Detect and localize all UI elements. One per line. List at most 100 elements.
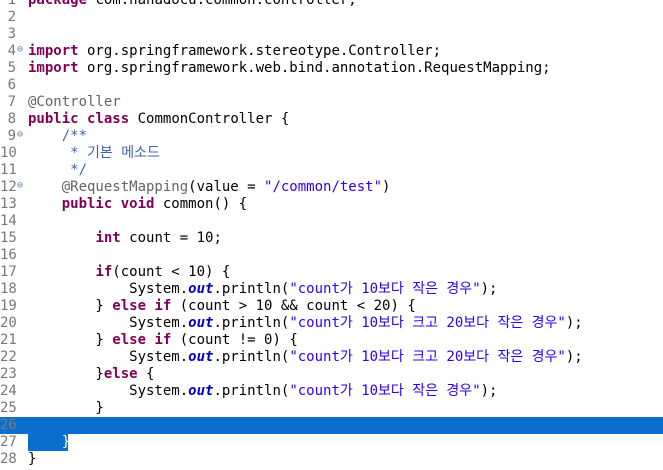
line-number: 22 (0, 349, 17, 365)
token-plain: (value = (188, 179, 265, 195)
code-line[interactable]: 1 package com.hanadocu.common.controller; (0, 0, 663, 9)
line-number: 14 (0, 213, 17, 229)
token-kw: else (112, 332, 147, 348)
code-line[interactable]: 27 } (0, 434, 663, 451)
token-plain: count = 10; (120, 230, 222, 246)
token-kw: if (154, 332, 172, 348)
token-plain: ); (480, 281, 498, 297)
line-number: 26 (0, 417, 17, 433)
token-kw: import (28, 43, 79, 59)
line-number: 10 (0, 145, 17, 161)
token-plain: com.hanadocu.common.controller; (87, 0, 357, 8)
code-text: @Controller (28, 94, 121, 111)
code-line[interactable]: 22 System.out.println("count가 10보다 크고 20… (0, 349, 663, 366)
code-text: System.out.println("count가 10보다 작은 경우"); (28, 281, 497, 298)
line-number: 7 (7, 94, 16, 110)
token-plain: System. (28, 383, 189, 399)
token-kw: void (120, 196, 155, 212)
token-kw: int (95, 230, 121, 246)
code-text: public void common() { (28, 196, 247, 213)
code-line[interactable]: 20 System.out.println("count가 10보다 크고 20… (0, 315, 663, 332)
code-line[interactable]: 2 (0, 9, 663, 26)
line-number: 18 (0, 281, 17, 297)
code-text: @RequestMapping(value = "/common/test") (28, 179, 391, 196)
code-line[interactable]: 11 */ (0, 162, 663, 179)
code-editor[interactable]: 1 package com.hanadocu.common.controller;… (0, 0, 663, 470)
line-number: 28 (0, 451, 17, 467)
token-fld: out (188, 281, 214, 297)
code-line[interactable]: 16 (0, 247, 663, 264)
token-plain: } (28, 332, 113, 348)
token-plain: System. (28, 281, 189, 297)
line-number: 19 (0, 298, 17, 314)
token-doc: /** (61, 128, 88, 144)
token-plain: org.springframework.stereotype.Controlle… (78, 43, 442, 59)
fold-collapse-icon[interactable]: ⊖ (17, 41, 23, 58)
code-text: System.out.println("count가 10보다 크고 20보다 … (28, 315, 583, 332)
code-text: } else if (count > 10 && count < 20) { (28, 298, 415, 315)
line-number: 5 (7, 60, 16, 76)
code-text: * 기본 메소드 (28, 145, 160, 162)
code-text: public class CommonController { (28, 111, 289, 128)
token-kw: else (103, 366, 138, 382)
code-line[interactable]: 3 (0, 26, 663, 43)
code-line[interactable]: 28} (0, 451, 663, 468)
code-line[interactable]: 6 (0, 77, 663, 94)
token-plain: } (28, 451, 37, 467)
token-kw: else (112, 298, 147, 314)
line-number: 2 (7, 9, 16, 25)
code-line[interactable]: 10 * 기본 메소드 (0, 145, 663, 162)
code-line[interactable]: 19 } else if (count > 10 && count < 20) … (0, 298, 663, 315)
line-number: 24 (0, 383, 17, 399)
token-str: "/common/test" (264, 179, 383, 195)
code-text: } (28, 451, 36, 468)
code-line[interactable]: 12 ⊖ @RequestMapping(value = "/common/tes… (0, 179, 663, 196)
token-fld: out (188, 383, 214, 399)
token-kw: package (28, 0, 88, 8)
code-text: System.out.println("count가 10보다 작은 경우"); (28, 383, 497, 400)
token-plain: ); (480, 383, 498, 399)
fold-collapse-icon[interactable]: ⊖ (17, 177, 23, 194)
line-number: 4 (7, 43, 16, 59)
token-plain: CommonController { (129, 111, 290, 127)
code-line[interactable]: 25 } (0, 400, 663, 417)
token-plain: { (137, 366, 155, 382)
line-number: 13 (0, 196, 17, 212)
code-line[interactable]: 13 public void common() { (0, 196, 663, 213)
code-line[interactable]: 14 (0, 213, 663, 230)
line-number: 27 (0, 434, 17, 450)
code-text: /** (28, 128, 87, 145)
token-kw: class (87, 111, 130, 127)
token-ann: @Controller (28, 94, 121, 110)
token-plain: } (28, 366, 104, 382)
code-line[interactable]: 4 ⊖ import org.springframework.stereotype.… (0, 43, 663, 60)
token-kw: import (28, 60, 79, 76)
token-fld: out (188, 315, 214, 331)
code-line[interactable]: 17 if(count < 10) { (0, 264, 663, 281)
code-line[interactable]: 23 }else { (0, 366, 663, 383)
token-plain: } (28, 298, 113, 314)
code-line[interactable]: 9 ⊖ /** (0, 128, 663, 145)
code-line[interactable]: 7 @Controller (0, 94, 663, 111)
code-line[interactable]: 15 int count = 10; (0, 230, 663, 247)
line-number: 12 (0, 179, 17, 195)
code-line[interactable]: 8 public class CommonController { (0, 111, 663, 128)
code-text: import org.springframework.stereotype.Co… (28, 43, 441, 60)
code-line[interactable]: 18 System.out.println("count가 10보다 작은 경우… (0, 281, 663, 298)
code-line[interactable]: 21 } else if (count != 0) { (0, 332, 663, 349)
code-line[interactable]: 24 System.out.println("count가 10보다 작은 경우… (0, 383, 663, 400)
line-number: 25 (0, 400, 17, 416)
token-str: "count가 10보다 크고 20보다 작은 경우" (289, 315, 566, 331)
line-number: 6 (7, 77, 16, 93)
code-line[interactable]: 26 (0, 417, 663, 434)
fold-collapse-icon[interactable]: ⊖ (17, 126, 23, 143)
code-text: System.out.println("count가 10보다 크고 20보다 … (28, 349, 583, 366)
code-line[interactable]: 5 import org.springframework.web.bind.ann… (0, 60, 663, 77)
line-number: 16 (0, 247, 17, 263)
